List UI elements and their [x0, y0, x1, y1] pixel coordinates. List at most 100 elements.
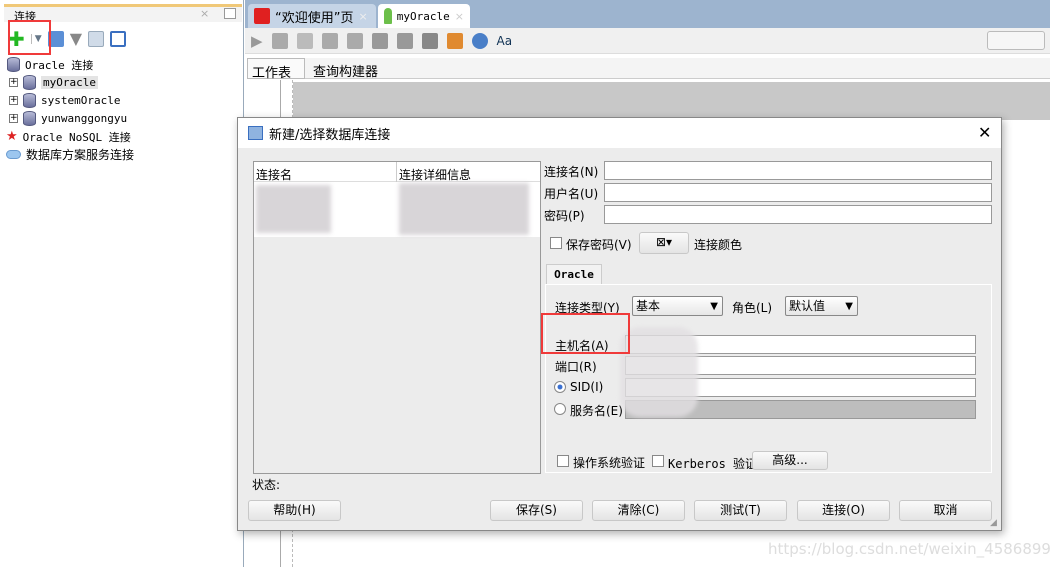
- highlight-box: [541, 313, 630, 354]
- dialog-title: 新建/选择数据库连接: [269, 127, 391, 143]
- watermark: https://blog.csdn.net/weixin_45868999: [768, 540, 1050, 558]
- list-rows[interactable]: [254, 182, 540, 237]
- sid-label: SID(I): [570, 380, 604, 394]
- tree-label: myOracle: [41, 76, 98, 89]
- column-header-details[interactable]: 连接详细信息: [396, 162, 473, 182]
- port-label: 端口(R): [555, 360, 597, 374]
- blurred-host-values: [620, 327, 698, 417]
- database-icon: [7, 57, 20, 72]
- subtab-query-builder[interactable]: 查询构建器: [313, 61, 378, 80]
- advanced-button[interactable]: 高级...: [752, 451, 828, 470]
- explain-plan-icon[interactable]: [296, 32, 313, 49]
- sql-tuning-icon[interactable]: [346, 32, 363, 49]
- clear-icon[interactable]: [446, 32, 463, 49]
- test-button[interactable]: 测试(T): [694, 500, 787, 521]
- expand-icon[interactable]: +: [9, 114, 18, 123]
- database-icon: [23, 111, 36, 126]
- close-icon[interactable]: ×: [358, 10, 367, 23]
- cloud-icon: [6, 150, 21, 159]
- sid-radio[interactable]: [554, 381, 566, 393]
- tree-oracle-connections[interactable]: Oracle 连接: [7, 56, 93, 73]
- minimize-icon[interactable]: [224, 8, 236, 19]
- connection-selector[interactable]: [987, 31, 1045, 50]
- save-password-checkbox[interactable]: [550, 237, 562, 249]
- color-picker-icon: ⊠▾: [655, 235, 673, 249]
- os-auth-label: 操作系统验证: [573, 456, 646, 470]
- connect-button[interactable]: 连接(O): [797, 500, 890, 521]
- conn-name-input[interactable]: [604, 161, 992, 180]
- commit-icon[interactable]: [371, 32, 388, 49]
- os-auth-checkbox[interactable]: [557, 455, 569, 467]
- list-header: 连接名 连接详细信息: [254, 162, 540, 182]
- close-icon[interactable]: ✕: [978, 123, 991, 142]
- editor-toolbar: ▶ Aa: [245, 28, 1050, 54]
- column-header-name[interactable]: 连接名: [256, 166, 292, 183]
- schema-browser-icon[interactable]: [88, 30, 104, 47]
- user-name-input[interactable]: [604, 183, 992, 202]
- close-icon[interactable]: ×: [200, 7, 209, 20]
- tree-item-yunwanggongyu[interactable]: + yunwanggongyu: [9, 110, 127, 127]
- select-value: 默认值: [789, 299, 826, 313]
- format-icon[interactable]: Aa: [497, 34, 513, 48]
- run-script-icon[interactable]: [271, 32, 288, 49]
- user-name-label: 用户名(U): [544, 187, 599, 201]
- tree-label: Oracle 连接: [25, 58, 94, 72]
- tree-item-myoracle[interactable]: + myOracle: [9, 74, 98, 91]
- dialog-icon: [248, 126, 263, 140]
- blurred-connection-details: [399, 183, 529, 235]
- connection-color-label: 连接颜色: [694, 238, 743, 252]
- tree-label: yunwanggongyu: [41, 112, 128, 125]
- expand-icon[interactable]: +: [9, 96, 18, 105]
- collapse-icon[interactable]: [110, 30, 126, 47]
- highlight-box: [8, 20, 51, 55]
- role-label: 角色(L): [732, 301, 773, 315]
- sql-worksheet-icon: [384, 8, 392, 24]
- clear-button[interactable]: 清除(C): [592, 500, 685, 521]
- run-icon[interactable]: ▶: [251, 32, 263, 50]
- tree-item-systemoracle[interactable]: + systemOracle: [9, 92, 120, 109]
- schedule-icon[interactable]: [471, 32, 488, 49]
- save-button[interactable]: 保存(S): [490, 500, 583, 521]
- connections-panel: 连接 × ✚ ▼ ▼ Oracle 连接 + myOracle + system…: [0, 0, 244, 567]
- new-connection-dialog: 新建/选择数据库连接 ✕ 连接名 连接详细信息 连接名(N) 用户名(U) 密码…: [237, 117, 1002, 531]
- dialog-title-bar: 新建/选择数据库连接 ✕: [238, 118, 1001, 148]
- nosql-icon: ★: [6, 129, 18, 144]
- resize-grip-icon[interactable]: ◢: [990, 518, 997, 528]
- tree-cloud-connections[interactable]: 数据库方案服务连接: [6, 146, 134, 163]
- tab-label: myOracle: [396, 9, 450, 23]
- connection-color-button[interactable]: ⊠▾: [639, 232, 689, 254]
- database-icon: [23, 93, 36, 108]
- database-icon: [23, 75, 36, 90]
- tab-myoracle[interactable]: myOracle ×: [378, 4, 470, 28]
- tab-label: “欢迎使用”页: [275, 10, 354, 26]
- conn-name-label: 连接名(N): [544, 165, 599, 179]
- blurred-connection-names: [256, 185, 331, 233]
- service-name-label: 服务名(E): [570, 404, 623, 418]
- sql-history-icon[interactable]: [421, 32, 438, 49]
- password-input[interactable]: [604, 205, 992, 224]
- kerberos-checkbox[interactable]: [652, 455, 664, 467]
- oracle-logo-icon: [254, 8, 270, 24]
- cancel-button[interactable]: 取消: [899, 500, 992, 521]
- filter-icon[interactable]: ▼: [70, 29, 82, 48]
- status-label: 状态:: [252, 478, 281, 492]
- tab-welcome[interactable]: “欢迎使用”页 ×: [248, 4, 376, 28]
- help-button[interactable]: 帮助(H): [248, 500, 341, 521]
- password-label: 密码(P): [544, 209, 585, 223]
- close-icon[interactable]: ×: [455, 10, 464, 23]
- rollback-icon[interactable]: [396, 32, 413, 49]
- tab-oracle[interactable]: Oracle: [546, 264, 602, 285]
- editor-current-line: [293, 82, 1050, 120]
- subtab-worksheet[interactable]: 工作表: [247, 58, 305, 81]
- autotrace-icon[interactable]: [321, 32, 338, 49]
- save-password-label: 保存密码(V): [566, 238, 632, 252]
- role-select[interactable]: 默认值: [785, 296, 858, 316]
- editor-tab-bar: “欢迎使用”页 × myOracle ×: [245, 0, 1050, 30]
- expand-icon[interactable]: +: [9, 78, 18, 87]
- service-name-radio[interactable]: [554, 403, 566, 415]
- tree-nosql-connections[interactable]: ★ Oracle NoSQL 连接: [6, 128, 131, 145]
- conn-type-select[interactable]: 基本: [632, 296, 723, 316]
- select-value: 基本: [636, 299, 661, 313]
- tree-label: systemOracle: [41, 94, 121, 107]
- connection-list[interactable]: 连接名 连接详细信息: [253, 161, 541, 474]
